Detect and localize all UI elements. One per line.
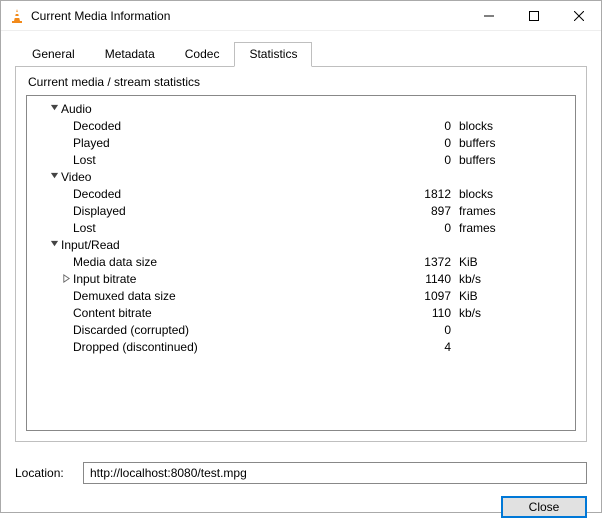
stat-value: 1372 bbox=[329, 255, 459, 269]
location-input[interactable] bbox=[83, 462, 587, 484]
stat-label: Lost bbox=[73, 153, 329, 167]
stat-unit: blocks bbox=[459, 187, 519, 201]
stat-value: 0 bbox=[329, 323, 459, 337]
stat-unit: blocks bbox=[459, 119, 519, 133]
titlebar[interactable]: Current Media Information bbox=[1, 1, 601, 31]
stat-label: Decoded bbox=[73, 119, 329, 133]
minimize-button[interactable] bbox=[466, 1, 511, 31]
stat-unit: KiB bbox=[459, 255, 519, 269]
location-label: Location: bbox=[15, 466, 83, 480]
stat-value: 1140 bbox=[329, 272, 459, 286]
group-label: Input/Read bbox=[61, 238, 317, 252]
group-label: Video bbox=[61, 170, 317, 184]
stat-label: Demuxed data size bbox=[73, 289, 329, 303]
stat-value: 0 bbox=[329, 119, 459, 133]
vlc-cone-icon bbox=[9, 8, 25, 24]
stat-audio-played[interactable]: Played 0 buffers bbox=[33, 134, 569, 151]
maximize-button[interactable] bbox=[511, 1, 556, 31]
stat-unit: buffers bbox=[459, 136, 519, 150]
stat-label: Content bitrate bbox=[73, 306, 329, 320]
stat-video-lost[interactable]: Lost 0 frames bbox=[33, 219, 569, 236]
stat-unit: kb/s bbox=[459, 306, 519, 320]
stat-input-bitrate[interactable]: Input bitrate 1140 kb/s bbox=[33, 270, 569, 287]
close-window-button[interactable] bbox=[556, 1, 601, 31]
chevron-down-icon[interactable] bbox=[47, 172, 61, 181]
stat-discarded[interactable]: Discarded (corrupted) 0 bbox=[33, 321, 569, 338]
stat-label: Media data size bbox=[73, 255, 329, 269]
stat-label: Displayed bbox=[73, 204, 329, 218]
tab-metadata[interactable]: Metadata bbox=[90, 42, 170, 67]
group-input-read[interactable]: Input/Read bbox=[33, 236, 569, 253]
chevron-down-icon[interactable] bbox=[47, 240, 61, 249]
stat-content-bitrate[interactable]: Content bitrate 110 kb/s bbox=[33, 304, 569, 321]
tab-codec[interactable]: Codec bbox=[170, 42, 235, 67]
stat-unit: kb/s bbox=[459, 272, 519, 286]
statistics-tree[interactable]: Audio Decoded 0 blocks Played 0 buffers … bbox=[26, 95, 576, 431]
stat-demuxed-data-size[interactable]: Demuxed data size 1097 KiB bbox=[33, 287, 569, 304]
stat-value: 0 bbox=[329, 136, 459, 150]
stat-label: Dropped (discontinued) bbox=[73, 340, 329, 354]
stat-video-displayed[interactable]: Displayed 897 frames bbox=[33, 202, 569, 219]
tabstrip: General Metadata Codec Statistics bbox=[17, 41, 587, 66]
stat-value: 110 bbox=[329, 306, 459, 320]
stat-value: 1097 bbox=[329, 289, 459, 303]
window-title: Current Media Information bbox=[31, 9, 170, 23]
group-label: Audio bbox=[61, 102, 317, 116]
stat-video-decoded[interactable]: Decoded 1812 blocks bbox=[33, 185, 569, 202]
tab-statistics[interactable]: Statistics bbox=[234, 42, 312, 67]
stat-label: Played bbox=[73, 136, 329, 150]
group-audio[interactable]: Audio bbox=[33, 100, 569, 117]
stat-value: 0 bbox=[329, 153, 459, 167]
stat-media-data-size[interactable]: Media data size 1372 KiB bbox=[33, 253, 569, 270]
stat-unit: KiB bbox=[459, 289, 519, 303]
stat-audio-decoded[interactable]: Decoded 0 blocks bbox=[33, 117, 569, 134]
stat-audio-lost[interactable]: Lost 0 buffers bbox=[33, 151, 569, 168]
stat-label: Lost bbox=[73, 221, 329, 235]
stat-value: 897 bbox=[329, 204, 459, 218]
stat-label: Discarded (corrupted) bbox=[73, 323, 329, 337]
statistics-panel: Current media / stream statistics Audio … bbox=[15, 66, 587, 442]
stat-label: Input bitrate bbox=[73, 272, 329, 286]
close-button[interactable]: Close bbox=[501, 496, 587, 518]
stat-value: 1812 bbox=[329, 187, 459, 201]
tab-general[interactable]: General bbox=[17, 42, 90, 67]
stat-value: 0 bbox=[329, 221, 459, 235]
stat-dropped[interactable]: Dropped (discontinued) 4 bbox=[33, 338, 569, 355]
stat-unit: frames bbox=[459, 204, 519, 218]
stat-label: Decoded bbox=[73, 187, 329, 201]
stat-value: 4 bbox=[329, 340, 459, 354]
stat-unit: frames bbox=[459, 221, 519, 235]
chevron-down-icon[interactable] bbox=[47, 104, 61, 113]
chevron-right-icon[interactable] bbox=[60, 274, 73, 283]
panel-subtitle: Current media / stream statistics bbox=[28, 75, 576, 89]
group-video[interactable]: Video bbox=[33, 168, 569, 185]
stat-unit: buffers bbox=[459, 153, 519, 167]
